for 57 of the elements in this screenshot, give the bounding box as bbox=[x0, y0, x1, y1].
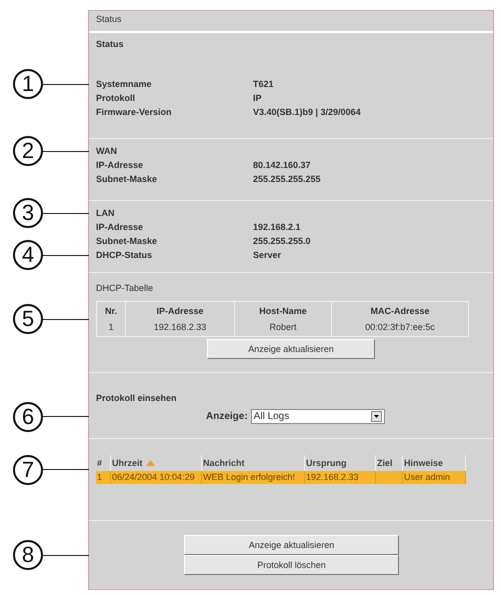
callout-number: 8 bbox=[13, 540, 43, 570]
table-cell: 1 bbox=[96, 320, 126, 336]
field-label: Subnet-Maske bbox=[96, 173, 158, 186]
callout-number: 2 bbox=[13, 136, 43, 166]
field-value: 192.168.2.1 bbox=[253, 221, 301, 234]
field-value: IP bbox=[253, 92, 262, 105]
field-value: Server bbox=[253, 249, 282, 262]
table-cell: 00:02:3f:b7:ee:5c bbox=[332, 320, 468, 336]
clear-log-button[interactable]: Protokoll löschen bbox=[184, 555, 399, 575]
column-header: Nr. bbox=[96, 302, 126, 320]
callout-number: 7 bbox=[13, 454, 43, 484]
leader-line bbox=[43, 212, 89, 214]
sort-arrow-icon bbox=[146, 460, 155, 466]
table-cell: WEB Login erfolgreich! bbox=[203, 472, 296, 482]
field-value: 255.255.255.0 bbox=[253, 235, 311, 248]
leader-line bbox=[43, 150, 89, 152]
field-value: 255.255.255.255 bbox=[253, 173, 321, 186]
field-label: IP-Adresse bbox=[96, 159, 144, 172]
refresh-button[interactable]: Anzeige aktualisieren bbox=[207, 339, 375, 359]
field-label: Protokoll bbox=[96, 92, 136, 105]
table-cell: 192.168.2.33 bbox=[306, 472, 359, 482]
callout-number: 6 bbox=[13, 402, 43, 432]
column-header: MAC-Adresse bbox=[332, 302, 468, 320]
section-heading: WAN bbox=[96, 145, 118, 158]
field-label: Subnet-Maske bbox=[96, 235, 158, 248]
section-heading: LAN bbox=[96, 207, 116, 220]
panel-header: Status bbox=[96, 14, 122, 24]
leader-line bbox=[43, 416, 89, 417]
field-value: 80.142.160.37 bbox=[253, 159, 311, 172]
section-title: Status bbox=[96, 38, 125, 49]
leader-line bbox=[43, 254, 89, 256]
field-label: Systemname bbox=[96, 78, 153, 91]
field-label: DHCP-Status bbox=[96, 249, 154, 262]
column-header: Host-Name bbox=[234, 302, 332, 320]
callout-number: 5 bbox=[13, 304, 43, 334]
section-heading: Protokoll einsehen bbox=[96, 392, 178, 405]
field-value: V3.40(SB.1)b9 | 3/29/0064 bbox=[253, 106, 361, 119]
log-row[interactable]: 1 06/24/2004 10:04:29 WEB Login erfolgreich! 192.168.2.33 User admin bbox=[96, 471, 466, 484]
table-cell: 192.168.2.33 bbox=[126, 320, 234, 336]
column-header: IP-Adresse bbox=[126, 302, 234, 320]
log-filter-dropdown[interactable]: All Logs bbox=[250, 409, 385, 424]
refresh-button[interactable]: Anzeige aktualisieren bbox=[184, 535, 399, 555]
section-heading: DHCP-Tabelle bbox=[96, 282, 154, 295]
leader-line bbox=[43, 469, 89, 470]
leader-line bbox=[43, 554, 89, 556]
table-cell: 1 bbox=[97, 472, 102, 482]
field-value: T621 bbox=[253, 78, 274, 91]
select-label: Anzeige: bbox=[206, 411, 248, 422]
callout-number: 3 bbox=[13, 198, 43, 228]
callout-number: 4 bbox=[13, 240, 43, 270]
field-label: Firmware-Version bbox=[96, 106, 173, 119]
callout-number: 1 bbox=[13, 69, 43, 99]
leader-line bbox=[43, 318, 89, 320]
table-cell: Robert bbox=[234, 320, 332, 336]
table-cell: 06/24/2004 10:04:29 bbox=[112, 472, 195, 482]
field-label: IP-Adresse bbox=[96, 221, 144, 234]
table-cell: User admin bbox=[404, 472, 450, 482]
